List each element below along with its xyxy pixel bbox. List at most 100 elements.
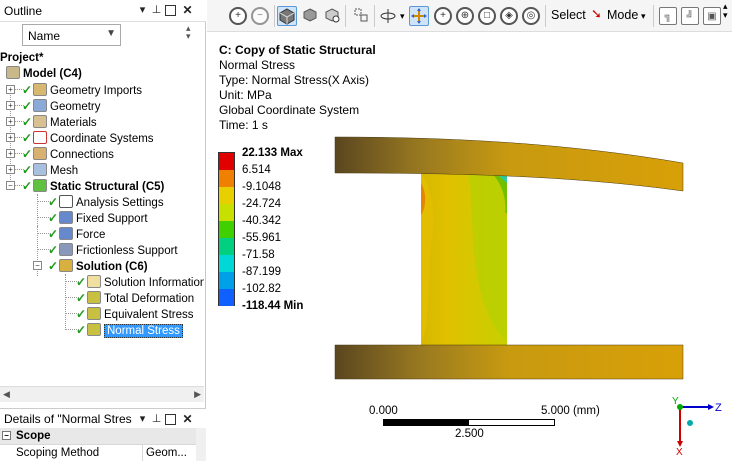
tree-item-label: Coordinate Systems <box>50 133 154 145</box>
chevron-down-icon[interactable]: ▾ <box>400 11 405 22</box>
tree-item-label: Connections <box>50 149 114 161</box>
expand-icon[interactable]: + <box>6 85 15 94</box>
zoom-in-icon[interactable]: + <box>229 7 247 25</box>
tree-item-coordinate-systems[interactable]: ✓ Coordinate Systems <box>22 130 154 146</box>
expand-icon[interactable]: + <box>6 117 15 126</box>
model-render <box>334 136 684 380</box>
check-icon: ✓ <box>76 291 87 305</box>
solution-information-icon <box>87 275 101 288</box>
bottom-flange-part <box>334 344 684 380</box>
toolbar-overflow-icon[interactable]: ▴ ▾ <box>723 2 728 20</box>
details-vertical-scrollbar[interactable] <box>196 428 206 461</box>
zoom-icon[interactable]: + <box>434 7 452 25</box>
cube-transparent-icon[interactable] <box>323 7 341 25</box>
tree-item-label: Geometry Imports <box>50 85 143 97</box>
tree-item-label: Model (C4) <box>23 68 82 80</box>
outline-tree: Project* Model (C4) + ✓ Geometry Imports … <box>0 50 204 385</box>
cube-shaded-icon[interactable] <box>301 7 319 25</box>
select-vertex-icon[interactable]: ╗ <box>659 7 677 25</box>
pan-icon[interactable] <box>409 6 429 26</box>
details-title: Details of "Normal Stres <box>4 412 132 426</box>
equivalent-stress-icon <box>87 307 101 320</box>
zoom-to-selection-icon[interactable]: ◈ <box>500 7 518 25</box>
collapse-icon[interactable]: − <box>6 181 15 190</box>
tree-item-label: Fixed Support <box>76 213 148 225</box>
check-icon: ✓ <box>76 275 87 289</box>
close-icon[interactable]: ✕ <box>181 413 194 426</box>
tree-item-model[interactable]: Model (C4) <box>6 66 82 82</box>
scale-right-label: 5.000 (mm) <box>541 405 600 417</box>
maximize-icon[interactable] <box>165 414 176 425</box>
tree-item-static-structural[interactable]: ✓ Static Structural (C5) <box>22 178 164 194</box>
tree-item-analysis-settings[interactable]: ✓ Analysis Settings <box>48 194 164 210</box>
expand-icon[interactable]: + <box>6 133 15 142</box>
details-row-scoping-method[interactable]: Scoping Method Geom... <box>0 445 196 461</box>
tree-item-frictionless-support[interactable]: ✓ Frictionless Support <box>48 242 178 258</box>
tree-item-label: Project* <box>0 52 44 64</box>
expand-icon[interactable]: + <box>6 101 15 110</box>
static-structural-icon <box>33 179 47 192</box>
zoom-out-icon[interactable]: − <box>251 7 269 25</box>
normal-stress-icon <box>87 323 101 336</box>
maximize-icon[interactable] <box>165 5 176 16</box>
details-header: Details of "Normal Stres ▾ ⊥ ✕ <box>0 408 206 428</box>
details-section-scope[interactable]: − Scope <box>0 428 196 445</box>
tree-item-geometry-imports[interactable]: ✓ Geometry Imports <box>22 82 142 98</box>
scroll-right-icon[interactable]: ▶ <box>194 389 201 400</box>
scroll-left-icon[interactable]: ◀ <box>3 389 10 400</box>
dropdown-icon[interactable]: ▾ <box>136 413 149 426</box>
filter-row: Name ▼ ▴ ▾ <box>0 22 206 50</box>
check-icon: ✓ <box>48 259 59 273</box>
tree-item-label: Equivalent Stress <box>104 309 194 321</box>
tree-item-solution-information[interactable]: ✓ Solution Information <box>76 274 204 290</box>
tree-item-project[interactable]: Project* <box>0 50 43 66</box>
tree-item-mesh[interactable]: ✓ Mesh <box>22 162 78 178</box>
tree-item-materials[interactable]: ✓ Materials <box>22 114 97 130</box>
collapse-arrows-icon[interactable]: ▴ ▾ <box>186 24 191 41</box>
app-window: Outline ▾ ⊥ ✕ Name ▼ ▴ ▾ Project* Model … <box>0 0 732 461</box>
tree-item-label: Solution Information <box>104 277 204 289</box>
graphics-viewport[interactable]: C: Copy of Static Structural Normal Stre… <box>207 33 732 461</box>
select-label[interactable]: Select <box>551 8 586 22</box>
top-flange-part <box>334 136 684 192</box>
tree-item-geometry[interactable]: ✓ Geometry <box>22 98 101 114</box>
zoom-box-icon[interactable]: ⊕ <box>456 7 474 25</box>
tree-item-connections[interactable]: ✓ Connections <box>22 146 114 162</box>
tree-item-force[interactable]: ✓ Force <box>48 226 105 242</box>
tree-item-normal-stress[interactable]: ✓ Normal Stress <box>76 322 183 338</box>
select-face-icon[interactable]: ▣ <box>703 7 721 25</box>
tree-item-equivalent-stress[interactable]: ✓ Equivalent Stress <box>76 306 194 322</box>
graphics-toolbar: + − ▾ + ⊕ □ ◈ ◎ Select ➘ Mode ▾ ╗ ╝ ▣ ▴ ▾ <box>207 0 732 32</box>
tree-item-total-deformation[interactable]: ✓ Total Deformation <box>76 290 194 306</box>
expand-icon[interactable]: + <box>6 149 15 158</box>
zoom-fit-icon[interactable]: □ <box>478 7 496 25</box>
check-icon: ✓ <box>22 179 33 193</box>
pin-icon[interactable]: ⊥ <box>150 413 163 426</box>
chevron-down-icon[interactable]: ▾ <box>641 11 646 22</box>
expand-icon[interactable]: + <box>6 165 15 174</box>
outline-panel: Outline ▾ ⊥ ✕ Name ▼ ▴ ▾ Project* Model … <box>0 0 206 461</box>
tree-item-solution[interactable]: ✓ Solution (C6) <box>48 258 148 274</box>
cube-iso-icon[interactable] <box>277 6 297 26</box>
tree-item-label: Solution (C6) <box>76 261 148 273</box>
mode-label[interactable]: Mode <box>607 8 638 22</box>
tree-item-label-selected: Normal Stress <box>104 324 183 338</box>
tree-item-fixed-support[interactable]: ✓ Fixed Support <box>48 210 148 226</box>
name-filter-select[interactable]: Name ▼ <box>22 24 121 46</box>
dropdown-icon[interactable]: ▾ <box>136 4 149 17</box>
scale-bar-track <box>383 419 555 426</box>
close-icon[interactable]: ✕ <box>181 4 194 17</box>
analysis-settings-icon <box>59 195 73 208</box>
outline-horizontal-scrollbar[interactable]: ◀ ▶ <box>0 386 204 402</box>
select-cursor-icon[interactable]: ➘ <box>591 6 602 22</box>
details-row-value[interactable]: Geom... <box>142 445 196 461</box>
check-icon: ✓ <box>48 227 59 241</box>
magnifier-icon[interactable]: ◎ <box>522 7 540 25</box>
collapse-icon[interactable]: − <box>33 261 42 270</box>
rotate-icon[interactable] <box>379 7 397 25</box>
orientation-icon[interactable] <box>352 7 370 25</box>
scale-left-label: 0.000 <box>369 405 398 417</box>
pin-icon[interactable]: ⊥ <box>150 4 163 17</box>
select-edge-icon[interactable]: ╝ <box>681 7 699 25</box>
collapse-icon[interactable]: − <box>2 431 11 440</box>
